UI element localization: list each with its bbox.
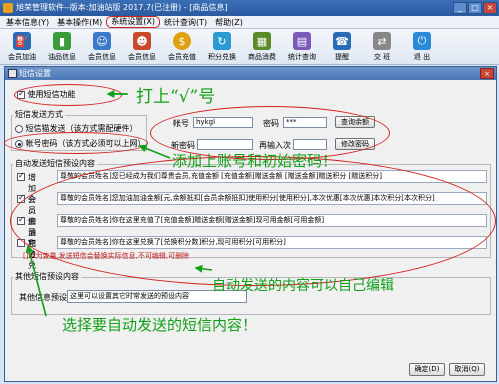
- annotation-account-hint: 添加上账号和初始密码！: [172, 152, 338, 170]
- annotation-edit-hint: 自动发送的内容可以自己编辑: [212, 278, 394, 294]
- arrow-to-account-mode: [138, 144, 171, 159]
- annotation-select-hint: 选择要自动发送的短信内容！: [62, 316, 258, 334]
- arrow-to-templates-left: [25, 244, 47, 317]
- arrow-to-templates-top: [194, 264, 213, 273]
- annotation-check-hint: 打上“√”号: [136, 87, 216, 107]
